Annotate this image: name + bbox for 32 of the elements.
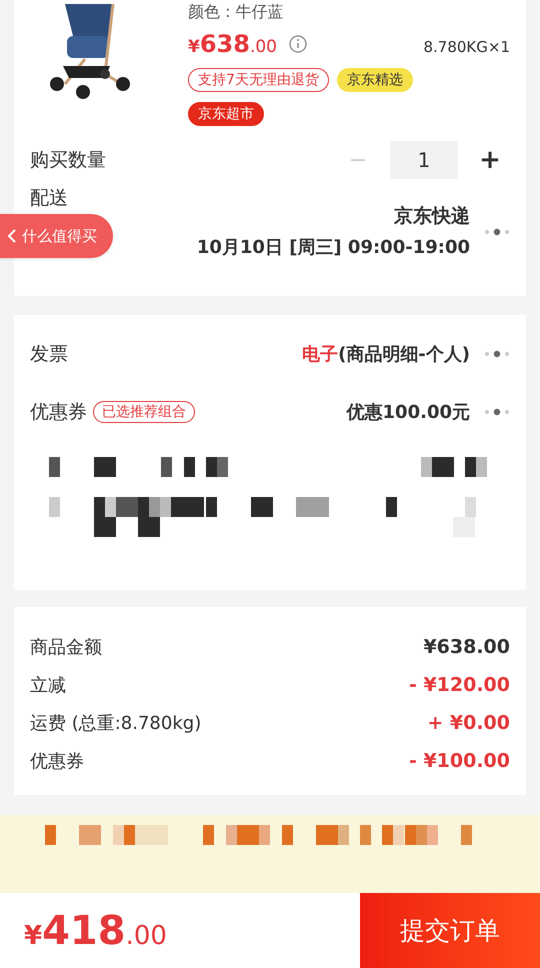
delivery-time: 10月10日 [周三] 09:00-19:00: [196, 236, 470, 260]
summary-label: 优惠券: [30, 750, 84, 774]
weight-quantity: 8.780KG×1: [423, 36, 510, 58]
quantity-field[interactable]: 1: [390, 141, 458, 179]
more-icon[interactable]: [484, 228, 510, 236]
summary-value: + ¥0.00: [427, 710, 510, 736]
back-chevron-icon: [6, 228, 18, 244]
quantity-label: 购买数量: [30, 148, 106, 173]
coupon-value[interactable]: 优惠100.00元: [346, 398, 470, 426]
coupon-badge: 已选推荐组合: [93, 401, 195, 423]
info-icon[interactable]: [289, 35, 307, 53]
price: ¥418.00: [24, 906, 167, 956]
price: ¥638.00: [188, 29, 277, 60]
coupon-label: 优惠券: [30, 400, 87, 425]
more-icon[interactable]: [484, 350, 510, 358]
summary-label: 运费 (总重:8.780kg): [30, 712, 202, 736]
invoice-label: 发票: [30, 342, 68, 367]
more-icon[interactable]: [484, 408, 510, 416]
delivery-carrier: 京东快递: [394, 204, 470, 229]
summary-label: 商品金额: [30, 636, 102, 660]
invoice-value[interactable]: 电子(商品明细-个人): [302, 340, 470, 368]
summary-label: 立减: [30, 674, 66, 698]
product-tag: 支持7天无理由退货: [188, 68, 329, 92]
summary-value: ¥638.00: [423, 634, 510, 660]
submit-button[interactable]: 提交订单: [360, 893, 540, 968]
color-label: 颜色 : 牛仔蓝: [188, 1, 285, 23]
summary-value: - ¥100.00: [408, 748, 510, 774]
summary-value: - ¥120.00: [408, 672, 510, 698]
product-tag: 京东超市: [188, 102, 264, 126]
product-tag: 京东精选: [336, 68, 413, 92]
delivery-label: 配送: [30, 186, 68, 211]
plus-button[interactable]: +: [470, 140, 510, 180]
